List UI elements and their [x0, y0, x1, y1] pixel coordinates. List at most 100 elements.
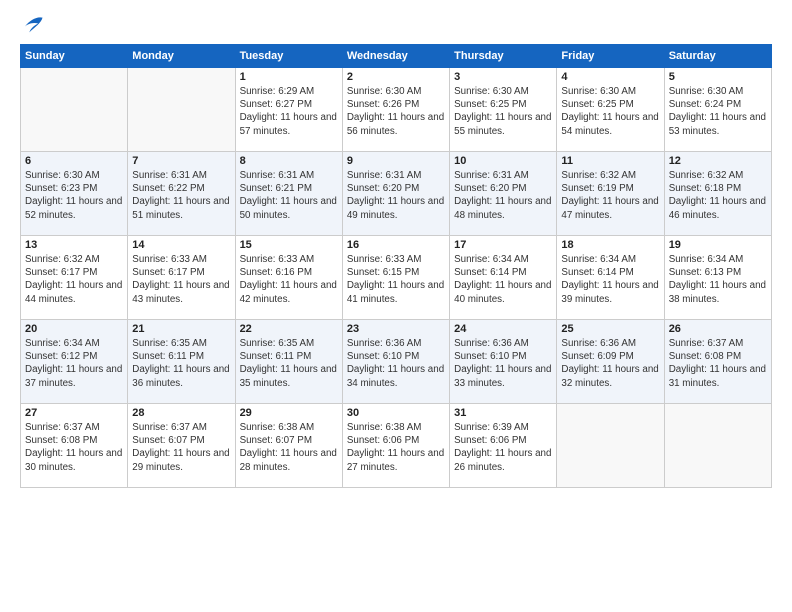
day-number: 29	[240, 407, 338, 419]
calendar: SundayMondayTuesdayWednesdayThursdayFrid…	[20, 44, 772, 488]
day-info: Sunrise: 6:31 AMSunset: 6:20 PMDaylight:…	[347, 169, 445, 222]
calendar-cell: 12 Sunrise: 6:32 AMSunset: 6:18 PMDayligh…	[664, 152, 771, 236]
calendar-cell	[664, 404, 771, 488]
day-info: Sunrise: 6:30 AMSunset: 6:25 PMDaylight:…	[561, 85, 659, 138]
day-info: Sunrise: 6:34 AMSunset: 6:13 PMDaylight:…	[669, 253, 767, 306]
calendar-cell: 17Sunrise: 6:34 AMSunset: 6:14 PMDayligh…	[450, 236, 557, 320]
day-info: Sunrise: 6:36 AMSunset: 6:09 PMDaylight:…	[561, 337, 659, 390]
calendar-cell: 31 Sunrise: 6:39 AMSunset: 6:06 PMDayligh…	[450, 404, 557, 488]
day-number: 12	[669, 155, 767, 167]
calendar-cell: 16 Sunrise: 6:33 AMSunset: 6:15 PMDayligh…	[342, 236, 449, 320]
day-info: Sunrise: 6:33 AMSunset: 6:15 PMDaylight:…	[347, 253, 445, 306]
day-number: 17	[454, 239, 552, 251]
weekday-monday: Monday	[128, 45, 235, 68]
day-number: 20	[25, 323, 123, 335]
day-info: Sunrise: 6:32 AMSunset: 6:17 PMDaylight:…	[25, 253, 123, 306]
day-info: Sunrise: 6:38 AMSunset: 6:07 PMDaylight:…	[240, 421, 338, 474]
day-number: 19	[669, 239, 767, 251]
day-info: Sunrise: 6:35 AMSunset: 6:11 PMDaylight:…	[132, 337, 230, 390]
calendar-cell: 27 Sunrise: 6:37 AMSunset: 6:08 PMDayligh…	[21, 404, 128, 488]
calendar-cell: 4 Sunrise: 6:30 AMSunset: 6:25 PMDaylight…	[557, 68, 664, 152]
day-info: Sunrise: 6:35 AMSunset: 6:11 PMDaylight:…	[240, 337, 338, 390]
weekday-saturday: Saturday	[664, 45, 771, 68]
day-info: Sunrise: 6:38 AMSunset: 6:06 PMDaylight:…	[347, 421, 445, 474]
day-number: 30	[347, 407, 445, 419]
page: SundayMondayTuesdayWednesdayThursdayFrid…	[0, 0, 792, 612]
day-info: Sunrise: 6:36 AMSunset: 6:10 PMDaylight:…	[347, 337, 445, 390]
calendar-cell: 2 Sunrise: 6:30 AMSunset: 6:26 PMDaylight…	[342, 68, 449, 152]
day-number: 15	[240, 239, 338, 251]
day-number: 16	[347, 239, 445, 251]
day-info: Sunrise: 6:37 AMSunset: 6:08 PMDaylight:…	[25, 421, 123, 474]
day-number: 3	[454, 71, 552, 83]
logo	[20, 16, 44, 34]
day-number: 9	[347, 155, 445, 167]
calendar-cell: 9 Sunrise: 6:31 AMSunset: 6:20 PMDaylight…	[342, 152, 449, 236]
day-number: 26	[669, 323, 767, 335]
week-row-2: 6Sunrise: 6:30 AMSunset: 6:23 PMDaylight…	[21, 152, 772, 236]
weekday-header-row: SundayMondayTuesdayWednesdayThursdayFrid…	[21, 45, 772, 68]
weekday-friday: Friday	[557, 45, 664, 68]
day-info: Sunrise: 6:37 AMSunset: 6:07 PMDaylight:…	[132, 421, 230, 474]
day-info: Sunrise: 6:37 AMSunset: 6:08 PMDaylight:…	[669, 337, 767, 390]
week-row-3: 13Sunrise: 6:32 AMSunset: 6:17 PMDayligh…	[21, 236, 772, 320]
day-number: 18	[561, 239, 659, 251]
day-number: 2	[347, 71, 445, 83]
day-number: 31	[454, 407, 552, 419]
day-info: Sunrise: 6:30 AMSunset: 6:24 PMDaylight:…	[669, 85, 767, 138]
calendar-cell: 3 Sunrise: 6:30 AMSunset: 6:25 PMDaylight…	[450, 68, 557, 152]
day-number: 8	[240, 155, 338, 167]
day-number: 1	[240, 71, 338, 83]
calendar-cell: 13Sunrise: 6:32 AMSunset: 6:17 PMDayligh…	[21, 236, 128, 320]
day-number: 21	[132, 323, 230, 335]
day-info: Sunrise: 6:31 AMSunset: 6:21 PMDaylight:…	[240, 169, 338, 222]
day-info: Sunrise: 6:32 AMSunset: 6:18 PMDaylight:…	[669, 169, 767, 222]
calendar-cell: 15 Sunrise: 6:33 AMSunset: 6:16 PMDayligh…	[235, 236, 342, 320]
weekday-sunday: Sunday	[21, 45, 128, 68]
day-number: 28	[132, 407, 230, 419]
calendar-cell: 8 Sunrise: 6:31 AMSunset: 6:21 PMDaylight…	[235, 152, 342, 236]
calendar-cell: 14 Sunrise: 6:33 AMSunset: 6:17 PMDayligh…	[128, 236, 235, 320]
calendar-cell: 18Sunrise: 6:34 AMSunset: 6:14 PMDayligh…	[557, 236, 664, 320]
day-info: Sunrise: 6:30 AMSunset: 6:26 PMDaylight:…	[347, 85, 445, 138]
logo-text	[20, 16, 44, 34]
week-row-4: 20 Sunrise: 6:34 AMSunset: 6:12 PMDayligh…	[21, 320, 772, 404]
week-row-5: 27 Sunrise: 6:37 AMSunset: 6:08 PMDayligh…	[21, 404, 772, 488]
day-info: Sunrise: 6:32 AMSunset: 6:19 PMDaylight:…	[561, 169, 659, 222]
day-number: 10	[454, 155, 552, 167]
week-row-1: 1Sunrise: 6:29 AMSunset: 6:27 PMDaylight…	[21, 68, 772, 152]
calendar-cell: 26 Sunrise: 6:37 AMSunset: 6:08 PMDayligh…	[664, 320, 771, 404]
day-number: 27	[25, 407, 123, 419]
day-number: 7	[132, 155, 230, 167]
day-number: 4	[561, 71, 659, 83]
calendar-cell: 23 Sunrise: 6:36 AMSunset: 6:10 PMDayligh…	[342, 320, 449, 404]
day-number: 23	[347, 323, 445, 335]
day-info: Sunrise: 6:31 AMSunset: 6:22 PMDaylight:…	[132, 169, 230, 222]
day-number: 11	[561, 155, 659, 167]
day-info: Sunrise: 6:31 AMSunset: 6:20 PMDaylight:…	[454, 169, 552, 222]
day-info: Sunrise: 6:34 AMSunset: 6:12 PMDaylight:…	[25, 337, 123, 390]
calendar-cell: 19 Sunrise: 6:34 AMSunset: 6:13 PMDayligh…	[664, 236, 771, 320]
day-info: Sunrise: 6:39 AMSunset: 6:06 PMDaylight:…	[454, 421, 552, 474]
calendar-cell: 22 Sunrise: 6:35 AMSunset: 6:11 PMDayligh…	[235, 320, 342, 404]
calendar-cell: 24 Sunrise: 6:36 AMSunset: 6:10 PMDayligh…	[450, 320, 557, 404]
calendar-cell: 29 Sunrise: 6:38 AMSunset: 6:07 PMDayligh…	[235, 404, 342, 488]
day-info: Sunrise: 6:33 AMSunset: 6:17 PMDaylight:…	[132, 253, 230, 306]
calendar-cell: 7 Sunrise: 6:31 AMSunset: 6:22 PMDaylight…	[128, 152, 235, 236]
calendar-cell	[128, 68, 235, 152]
day-number: 24	[454, 323, 552, 335]
header	[20, 16, 772, 34]
day-info: Sunrise: 6:30 AMSunset: 6:23 PMDaylight:…	[25, 169, 123, 222]
calendar-cell: 28 Sunrise: 6:37 AMSunset: 6:07 PMDayligh…	[128, 404, 235, 488]
day-info: Sunrise: 6:30 AMSunset: 6:25 PMDaylight:…	[454, 85, 552, 138]
day-number: 22	[240, 323, 338, 335]
day-number: 14	[132, 239, 230, 251]
calendar-cell	[21, 68, 128, 152]
day-info: Sunrise: 6:36 AMSunset: 6:10 PMDaylight:…	[454, 337, 552, 390]
day-info: Sunrise: 6:33 AMSunset: 6:16 PMDaylight:…	[240, 253, 338, 306]
day-number: 25	[561, 323, 659, 335]
weekday-thursday: Thursday	[450, 45, 557, 68]
weekday-tuesday: Tuesday	[235, 45, 342, 68]
calendar-cell: 11 Sunrise: 6:32 AMSunset: 6:19 PMDayligh…	[557, 152, 664, 236]
calendar-cell: 20 Sunrise: 6:34 AMSunset: 6:12 PMDayligh…	[21, 320, 128, 404]
